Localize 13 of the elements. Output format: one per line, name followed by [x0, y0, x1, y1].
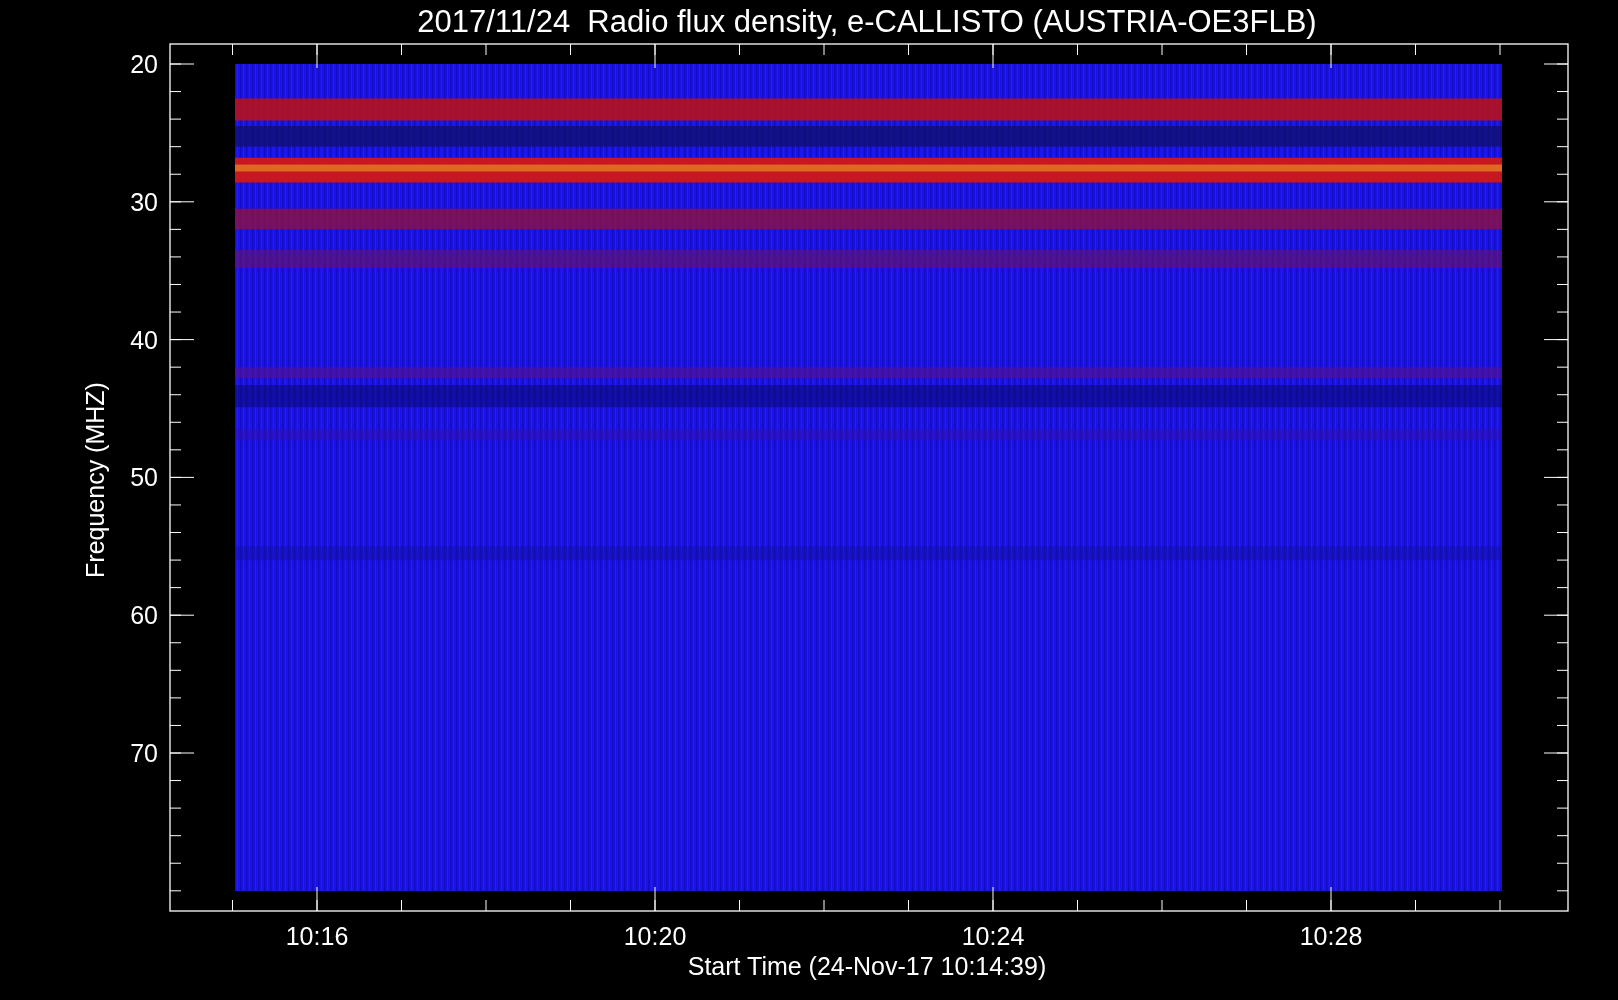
x-tick-label: 10:28 — [1299, 922, 1363, 950]
y-tick-label: 70 — [130, 739, 158, 767]
chart-title: 2017/11/24 Radio flux density, e-CALLISTO (AUSTRIA-OE3FLB) — [417, 4, 1317, 39]
y-axis-label: Frequency (MHZ) — [81, 382, 109, 578]
y-tick-label: 50 — [130, 463, 158, 492]
x-tick-label: 10:16 — [285, 922, 349, 950]
y-tick-label: 40 — [130, 325, 158, 354]
x-tick-label: 10:24 — [961, 922, 1025, 950]
y-tick-label: 20 — [130, 50, 158, 78]
x-axis-label: Start Time (24-Nov-17 10:14:39) — [687, 952, 1047, 980]
y-tick-label: 30 — [130, 187, 158, 216]
x-tick-label: 10:20 — [623, 922, 687, 950]
y-tick-label: 60 — [130, 601, 158, 630]
